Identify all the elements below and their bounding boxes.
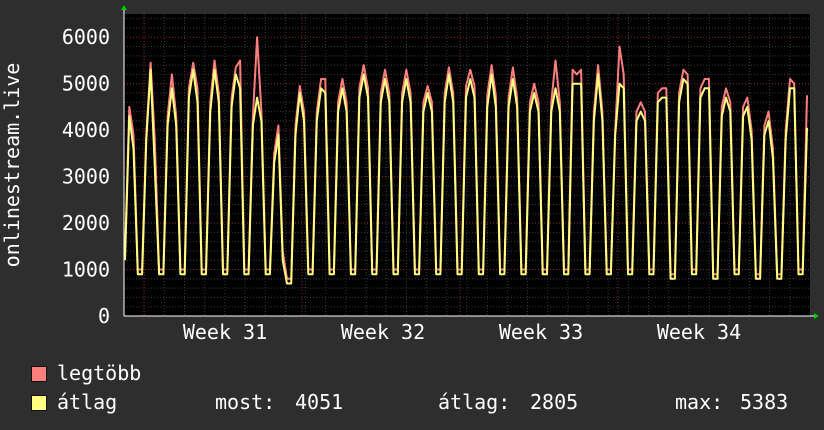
legend-label-atlag: átlag — [57, 390, 118, 414]
x-tick-label: Week 31 — [183, 320, 267, 344]
y-tick-label: 0 — [98, 304, 110, 328]
y-axis-label: onlinestream.live — [0, 63, 24, 268]
y-tick-label: 5000 — [62, 72, 110, 96]
stat-max-value: 5383 — [740, 390, 789, 414]
legend-label-legtobb: legtöbb — [57, 361, 142, 385]
stat-most-label: most: — [215, 390, 276, 414]
stat-max-label: max: — [675, 390, 724, 414]
y-tick-label: 4000 — [62, 118, 110, 142]
legend-swatch-atlag — [31, 395, 47, 411]
legend-swatch-legtobb — [31, 366, 47, 382]
y-axis-arrow-icon — [121, 5, 127, 10]
y-tick-label: 2000 — [62, 211, 110, 235]
y-tick-label: 3000 — [62, 165, 110, 189]
stat-atlag-value: 2805 — [530, 390, 579, 414]
y-tick-label: 1000 — [62, 258, 110, 282]
x-axis-arrow-icon — [814, 313, 819, 319]
stat-most-value: 4051 — [295, 390, 344, 414]
y-tick-label: 6000 — [62, 25, 110, 49]
stat-atlag-label: átlag: — [438, 390, 511, 414]
x-tick-label: Week 33 — [499, 320, 583, 344]
x-tick-label: Week 34 — [657, 320, 741, 344]
x-tick-label: Week 32 — [341, 320, 425, 344]
